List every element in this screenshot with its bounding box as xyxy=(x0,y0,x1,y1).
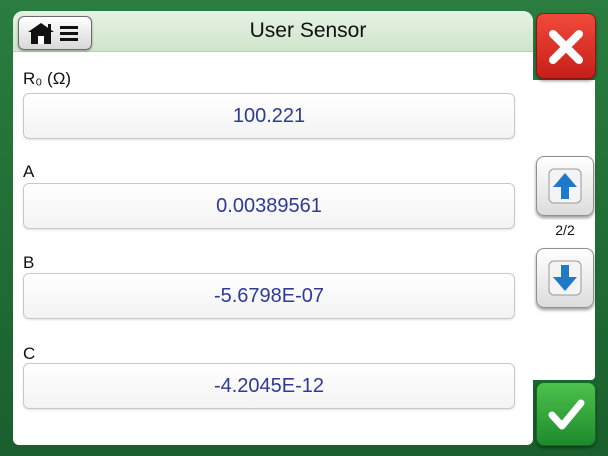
title-bar: User Sensor xyxy=(13,11,533,52)
arrow-up-icon xyxy=(548,168,582,204)
ok-button[interactable] xyxy=(536,382,596,446)
field-value-a[interactable]: 0.00389561 xyxy=(23,183,515,229)
field-value-c[interactable]: -4.2045E-12 xyxy=(23,363,515,409)
scroll-up-button[interactable] xyxy=(536,156,594,216)
checkmark-icon xyxy=(548,399,585,430)
home-menu-button[interactable] xyxy=(18,16,92,50)
main-panel: User Sensor R₀ (Ω) 100.221 A 0.00389561 … xyxy=(13,11,533,445)
field-label-a: A xyxy=(23,162,35,181)
close-icon xyxy=(549,30,583,64)
field-label-c: C xyxy=(23,344,36,363)
field-label-r0: R₀ (Ω) xyxy=(23,69,72,88)
menu-icon xyxy=(60,26,78,41)
close-button[interactable] xyxy=(536,13,596,79)
page-indicator: 2/2 xyxy=(536,220,594,240)
scroll-down-button[interactable] xyxy=(536,248,594,308)
home-icon xyxy=(28,23,78,44)
arrow-down-icon xyxy=(548,260,582,296)
field-label-b: B xyxy=(23,253,35,272)
field-value-r0[interactable]: 100.221 xyxy=(23,93,515,139)
field-value-b[interactable]: -5.6798E-07 xyxy=(23,273,515,319)
